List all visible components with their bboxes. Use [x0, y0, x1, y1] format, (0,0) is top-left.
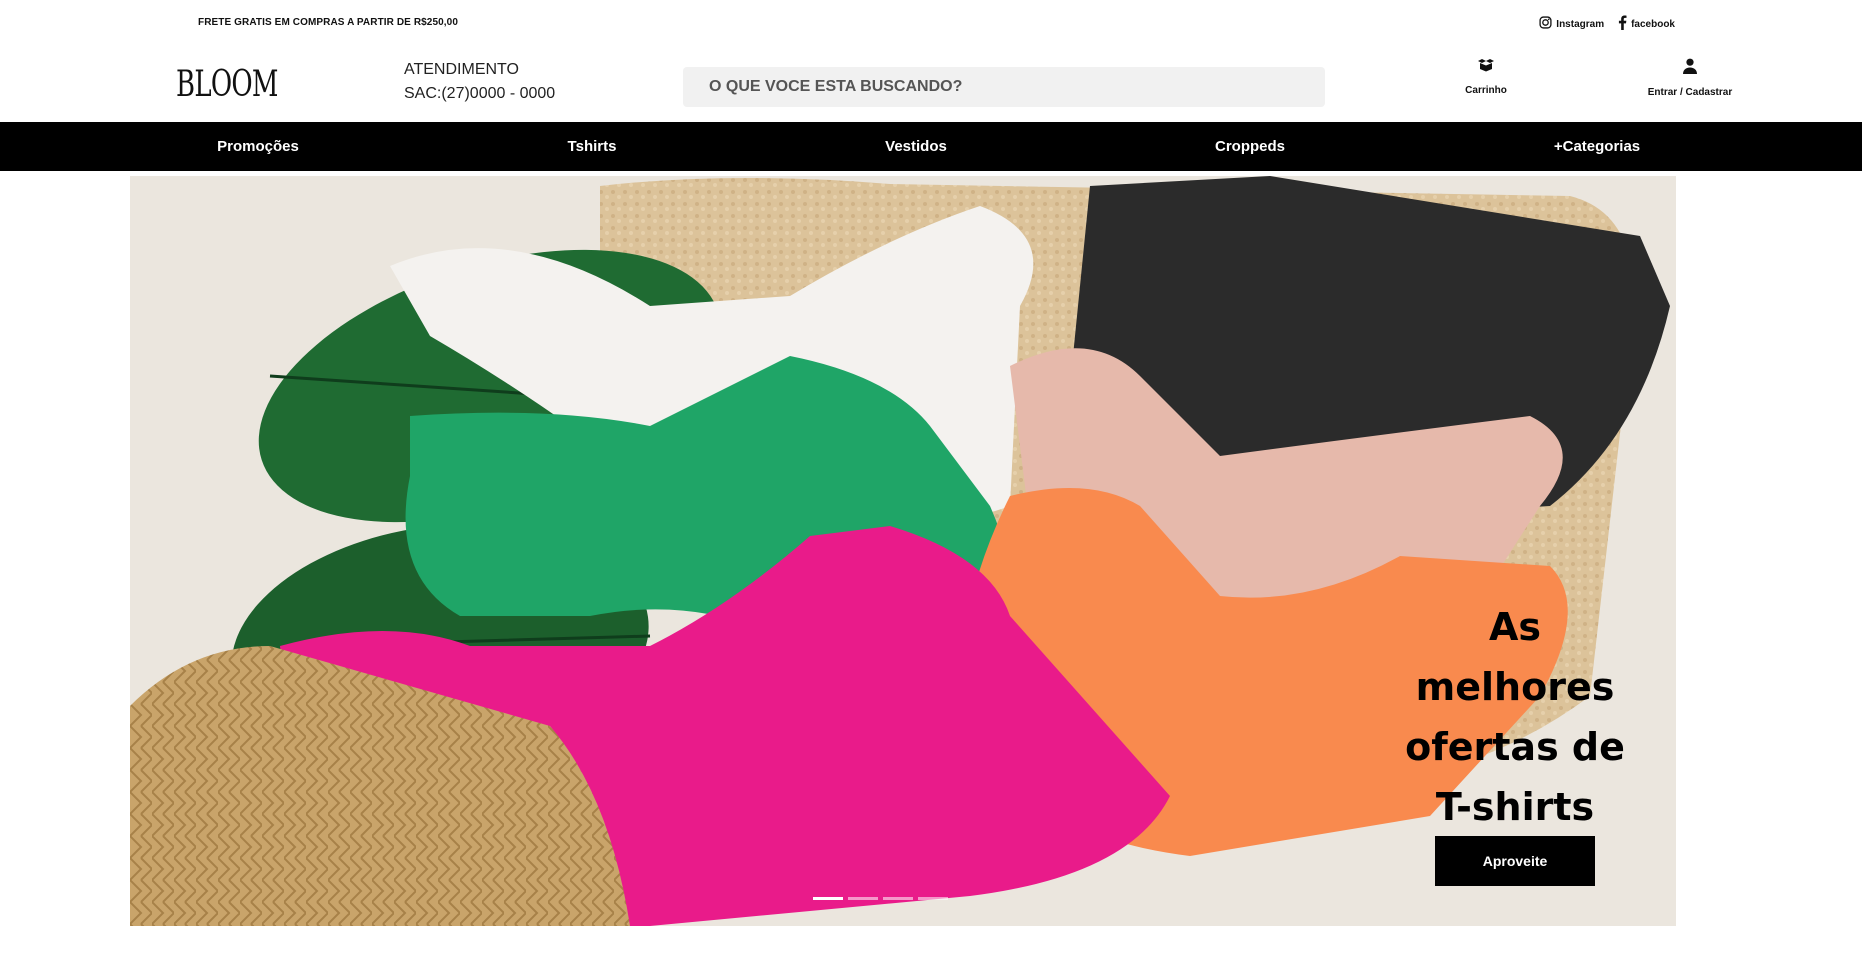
instagram-icon	[1539, 16, 1552, 32]
instagram-link[interactable]: Instagram	[1539, 16, 1604, 32]
carousel-indicators	[813, 897, 948, 900]
search-input[interactable]	[709, 78, 1325, 96]
main-nav: Promoções Tshirts Vestidos Croppeds +Cat…	[0, 122, 1862, 171]
customer-service-phone: SAC:(27)0000 - 0000	[404, 85, 556, 102]
bloom-logo[interactable]: BLOOM	[176, 64, 278, 105]
nav-item-vestidos[interactable]: Vestidos	[885, 122, 947, 171]
carousel-dot[interactable]	[813, 897, 843, 900]
hero-headline: As melhores ofertas de T-shirts	[1405, 605, 1625, 829]
nav-item-more-categories[interactable]: +Categorias	[1554, 122, 1640, 171]
customer-service-title: ATENDIMENTO	[404, 61, 519, 78]
nav-item-promocoes[interactable]: Promoções	[217, 122, 299, 171]
free-shipping-banner: FRETE GRATIS EM COMPRAS A PARTIR DE R$25…	[198, 17, 458, 28]
facebook-link[interactable]: facebook	[1618, 15, 1675, 33]
carousel-dot[interactable]	[918, 897, 948, 900]
nav-item-cropped[interactable]: Croppeds	[1215, 122, 1285, 171]
facebook-icon	[1618, 15, 1627, 33]
login-register-label: Entrar / Cadastrar	[1647, 87, 1733, 98]
search-bar	[683, 67, 1325, 107]
facebook-label: facebook	[1631, 18, 1675, 30]
nav-item-tshirts[interactable]: Tshirts	[568, 122, 617, 171]
cart-button[interactable]: Carrinho	[1444, 58, 1528, 96]
cart-label: Carrinho	[1465, 85, 1507, 96]
social-links: Instagram facebook	[1539, 15, 1675, 33]
aproveite-button[interactable]: Aproveite	[1435, 836, 1595, 886]
cart-icon	[1477, 58, 1495, 75]
topbar: FRETE GRATIS EM COMPRAS A PARTIR DE R$25…	[0, 0, 1862, 46]
customer-service-info: ATENDIMENTO SAC:(27)0000 - 0000	[404, 58, 555, 106]
instagram-label: Instagram	[1556, 18, 1605, 30]
site-header: BLOOM ATENDIMENTO SAC:(27)0000 - 0000 Ca…	[0, 46, 1862, 121]
carousel-dot[interactable]	[848, 897, 878, 900]
hero-carousel: As melhores ofertas de T-shirts Aproveit…	[130, 176, 1676, 926]
user-icon	[1683, 58, 1697, 77]
login-register-button[interactable]: Entrar / Cadastrar	[1630, 58, 1750, 98]
carousel-dot[interactable]	[883, 897, 913, 900]
